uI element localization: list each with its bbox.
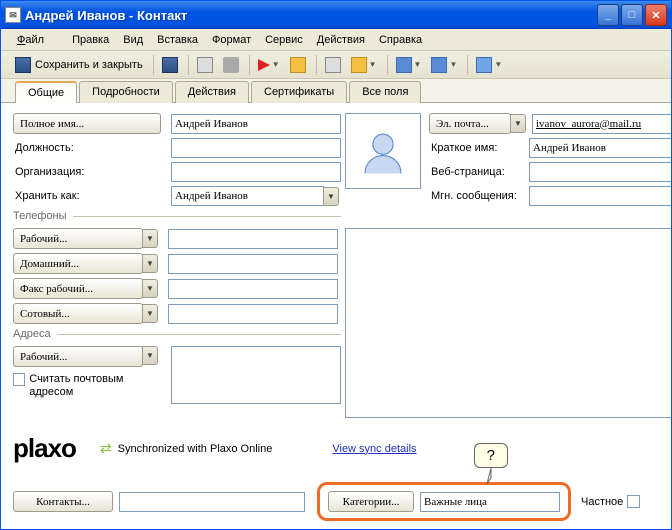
plaxo-icon	[476, 57, 492, 73]
recurrence-icon	[290, 57, 306, 73]
mail-address-label: Считать почтовым адресом	[29, 373, 161, 399]
menu-actions[interactable]: Действия	[317, 34, 365, 46]
im-label: Мгн. сообщения:	[429, 190, 529, 202]
save-button[interactable]	[158, 54, 182, 76]
photo-frame[interactable]	[345, 113, 421, 189]
phone-fax-input[interactable]	[168, 279, 338, 299]
email-dd[interactable]: ▼	[510, 114, 526, 133]
menu-format[interactable]: Формат	[212, 34, 251, 46]
categories-button[interactable]: Категории...	[328, 491, 414, 512]
phone-fax-button[interactable]: Факс рабочий...	[13, 278, 143, 299]
phone-home-button[interactable]: Домашний...	[13, 253, 143, 274]
sync-arrows-icon: ⇄	[100, 440, 112, 457]
phones-legend: Телефоны	[13, 210, 341, 222]
web-input[interactable]	[529, 162, 671, 182]
org-input[interactable]	[171, 162, 341, 182]
fileas-dropdown[interactable]: ▼	[323, 187, 339, 206]
close-button[interactable]: ✕	[645, 4, 667, 26]
phone-work-dd[interactable]: ▼	[142, 229, 158, 248]
fullname-button[interactable]: Полное имя...	[13, 113, 161, 134]
categories-input[interactable]	[420, 492, 560, 512]
position-label: Должность:	[13, 142, 161, 154]
addresses-legend: Адреса	[13, 328, 341, 340]
phone-home-dd[interactable]: ▼	[142, 254, 158, 273]
fileas-label: Хранить как:	[13, 190, 161, 202]
mail-address-checkbox[interactable]	[13, 373, 25, 386]
categories-highlight: ? Категории...	[317, 482, 571, 521]
tab-general[interactable]: Общие	[15, 81, 77, 103]
call-button[interactable]: ▼	[347, 54, 381, 76]
plaxo-tool-button[interactable]: ▼	[472, 54, 506, 76]
menu-view[interactable]: Вид	[123, 34, 143, 46]
phone-home-input[interactable]	[168, 254, 338, 274]
shortname-label: Краткое имя:	[429, 142, 529, 154]
fileas-input[interactable]	[171, 186, 324, 206]
save-and-close-button[interactable]: Сохранить и закрыть	[11, 54, 147, 76]
menubar: Файлdocument.currentScript.previousSibli…	[1, 29, 671, 51]
tab-details[interactable]: Подробности	[79, 81, 173, 103]
email-input[interactable]	[532, 114, 671, 134]
callout-question: ?	[474, 443, 508, 468]
map-button[interactable]	[321, 54, 345, 76]
tab-certs[interactable]: Сертификаты	[251, 81, 347, 103]
contacts-input[interactable]	[119, 492, 305, 512]
fullname-input[interactable]	[171, 114, 341, 134]
print-button[interactable]	[193, 54, 217, 76]
titlebar: ✉ Андрей Иванов - Контакт _ □ ✕	[1, 1, 671, 29]
phone-icon	[351, 57, 367, 73]
save-close-label: Сохранить и закрыть	[35, 59, 143, 71]
toolbar: Сохранить и закрыть ▼ ▼ ▼ ▼ ▼	[1, 51, 671, 79]
menu-help[interactable]: Справка	[379, 34, 422, 46]
notes-textarea[interactable]	[345, 228, 671, 418]
org-label: Организация:	[13, 166, 161, 178]
menu-insert[interactable]: Вставка	[157, 34, 198, 46]
address-text[interactable]	[171, 346, 341, 404]
private-label: Частное	[581, 496, 623, 508]
disk-icon	[162, 57, 178, 73]
phone-mobile-button[interactable]: Сотовый...	[13, 303, 143, 324]
person-icon	[356, 124, 410, 178]
email-button[interactable]: Эл. почта...	[429, 113, 511, 134]
phone-mobile-input[interactable]	[168, 304, 338, 324]
print-icon	[197, 57, 213, 73]
window-title: Андрей Иванов - Контакт	[25, 8, 595, 23]
maximize-button[interactable]: □	[621, 4, 643, 26]
nav2-icon	[431, 57, 447, 73]
tab-all[interactable]: Все поля	[349, 81, 421, 103]
im-input[interactable]	[529, 186, 671, 206]
web-label: Веб-страница:	[429, 166, 529, 178]
sync-label: Synchronized with Plaxo Online	[118, 443, 273, 455]
save-icon	[15, 57, 31, 73]
position-input[interactable]	[171, 138, 341, 158]
minimize-button[interactable]: _	[597, 4, 619, 26]
tabstrip: Общие Подробности Действия Сертификаты В…	[1, 79, 671, 103]
menu-file[interactable]: Файлdocument.currentScript.previousSibli…	[17, 34, 58, 46]
paperclip-icon	[223, 57, 239, 73]
tab-actions[interactable]: Действия	[175, 81, 249, 103]
card-icon	[325, 57, 341, 73]
contacts-button[interactable]: Контакты...	[13, 491, 113, 512]
phone-fax-dd[interactable]: ▼	[142, 279, 158, 298]
menu-service[interactable]: Сервис	[265, 34, 303, 46]
nav-button[interactable]: ▼	[392, 54, 426, 76]
nav-icon	[396, 57, 412, 73]
app-icon: ✉	[5, 7, 21, 23]
phone-mobile-dd[interactable]: ▼	[142, 304, 158, 323]
recurrence-button[interactable]	[286, 54, 310, 76]
private-checkbox[interactable]	[627, 495, 640, 508]
phone-work-input[interactable]	[168, 229, 338, 249]
plaxo-logo: plaxo	[13, 433, 76, 464]
shortname-input[interactable]	[529, 138, 671, 158]
phone-work-button[interactable]: Рабочий...	[13, 228, 143, 249]
attach-button[interactable]	[219, 54, 243, 76]
addr-work-button[interactable]: Рабочий...	[13, 346, 143, 367]
sync-details-link[interactable]: View sync details	[332, 443, 416, 455]
flag-button[interactable]: ▼	[254, 54, 284, 76]
nav2-button[interactable]: ▼	[427, 54, 461, 76]
addr-work-dd[interactable]: ▼	[142, 346, 158, 365]
menu-edit[interactable]: Правка	[72, 34, 109, 46]
flag-icon	[258, 59, 270, 71]
